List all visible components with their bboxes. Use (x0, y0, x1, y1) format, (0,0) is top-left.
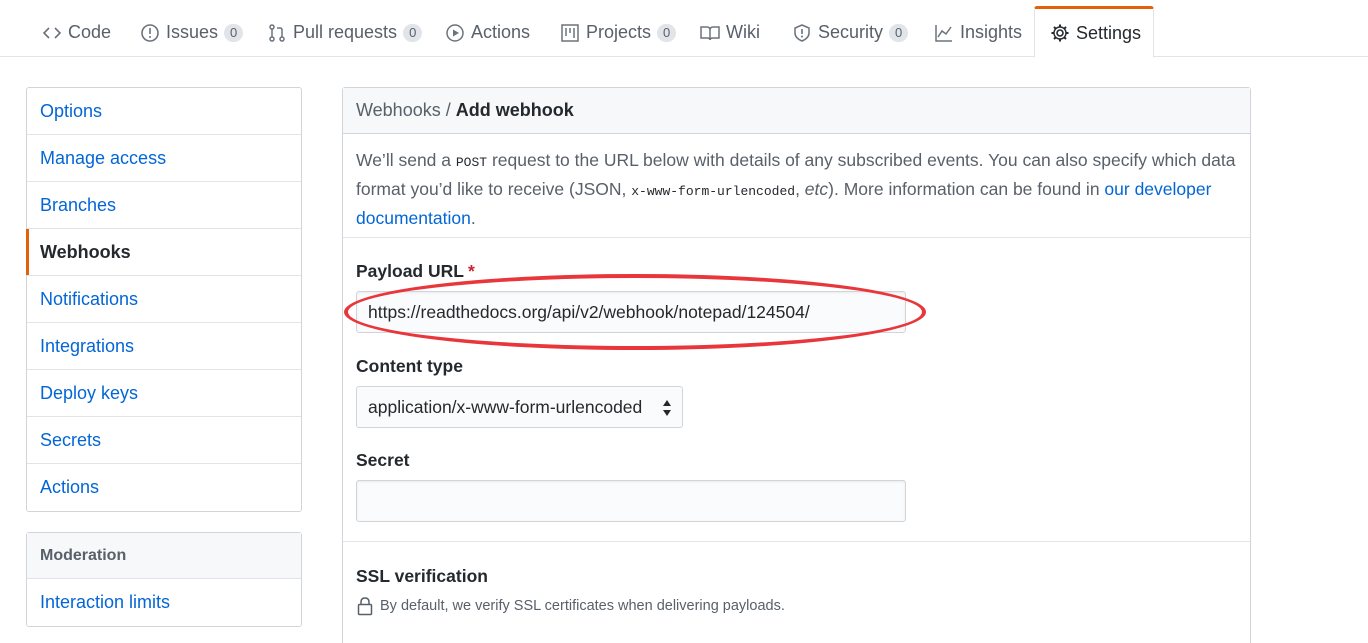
sidebar-item-secrets[interactable]: Secrets (27, 417, 301, 464)
intro-text-part: We’ll send a (356, 150, 456, 170)
payload-url-label: Payload URL * (356, 261, 475, 282)
shield-icon (792, 23, 812, 43)
security-counter: 0 (889, 23, 909, 42)
breadcrumb-webhooks-link[interactable]: Webhooks (356, 100, 441, 121)
sidebar-item-deploy-keys[interactable]: Deploy keys (27, 370, 301, 417)
lock-icon (356, 596, 374, 616)
moderation-sidebar: Moderation Interaction limits (26, 532, 302, 627)
tab-label: Wiki (726, 22, 760, 42)
sidebar-item-actions[interactable]: Actions (27, 464, 301, 511)
moderation-heading: Moderation (27, 533, 301, 579)
tab-label: Actions (471, 22, 531, 42)
content-type-value: application/x-www-form-urlencoded (368, 396, 643, 417)
sidebar-item-integrations[interactable]: Integrations (27, 323, 301, 370)
repo-nav: Code Issues 0 Pull requests 0 Actions Pr… (0, 0, 1368, 58)
gear-icon (1050, 23, 1070, 43)
divider (343, 541, 1250, 542)
secret-label: Secret (356, 450, 410, 470)
tab-projects[interactable]: Projects 0 (560, 8, 677, 57)
content-type-label: Content type (356, 356, 463, 376)
tab-label: Insights (960, 22, 1023, 42)
code-icon (42, 23, 62, 43)
intro-text-part: . (470, 208, 476, 228)
content-type-select[interactable]: application/x-www-form-urlencoded (356, 386, 683, 428)
select-arrows-icon (663, 400, 671, 416)
pull-requests-counter: 0 (403, 23, 423, 42)
post-code: POST (455, 155, 488, 170)
tab-wiki[interactable]: Wiki (700, 8, 760, 57)
etc-text: etc (804, 179, 829, 199)
breadcrumb: Webhooks / Add webhook (343, 88, 1250, 134)
breadcrumb-separator: / (445, 100, 451, 120)
tab-label: Security (818, 22, 884, 42)
sidebar-item-webhooks[interactable]: Webhooks (26, 229, 301, 276)
tab-label: Settings (1076, 22, 1142, 43)
sidebar-item-branches[interactable]: Branches (27, 182, 301, 229)
tab-pull-requests[interactable]: Pull requests 0 (267, 8, 423, 57)
tab-settings[interactable]: Settings (1034, 6, 1154, 58)
sidebar-item-manage-access[interactable]: Manage access (27, 135, 301, 182)
intro-text: We’ll send a POST request to the URL bel… (356, 147, 1236, 231)
settings-sidebar: Options Manage access Branches Webhooks … (26, 87, 302, 512)
ssl-verification-label: SSL verification (356, 566, 488, 586)
tab-code[interactable]: Code (42, 8, 111, 57)
sidebar-item-notifications[interactable]: Notifications (27, 276, 301, 323)
project-icon (560, 23, 580, 43)
intro-text-part: , (795, 179, 805, 199)
issues-counter: 0 (224, 23, 244, 42)
book-icon (700, 23, 720, 43)
tab-insights[interactable]: Insights (934, 8, 1022, 57)
issue-icon (140, 23, 160, 43)
tab-issues[interactable]: Issues 0 (140, 8, 244, 57)
payload-url-label-text: Payload URL (356, 261, 464, 281)
required-mark: * (467, 261, 475, 281)
tab-label: Issues (166, 22, 219, 42)
pull-request-icon (267, 23, 287, 43)
graph-icon (934, 23, 954, 43)
tab-security[interactable]: Security 0 (792, 8, 909, 57)
ssl-note: By default, we verify SSL certificates w… (356, 596, 785, 616)
tab-label: Code (68, 22, 112, 42)
divider (343, 237, 1250, 238)
tab-label: Pull requests (293, 22, 398, 42)
payload-url-input[interactable] (356, 291, 906, 333)
ssl-note-text: By default, we verify SSL certificates w… (380, 598, 785, 614)
urlencoded-code: x-www-form-urlencoded (631, 184, 796, 199)
add-webhook-panel: Webhooks / Add webhook We’ll send a POST… (342, 87, 1251, 643)
tab-label: Projects (586, 22, 652, 42)
play-icon (445, 23, 465, 43)
tab-actions[interactable]: Actions (445, 8, 530, 57)
sidebar-item-options[interactable]: Options (27, 88, 301, 135)
page-title: Add webhook (455, 100, 574, 120)
projects-counter: 0 (657, 23, 677, 42)
intro-text-part: ). More information can be found in (828, 179, 1105, 199)
sidebar-item-interaction-limits[interactable]: Interaction limits (27, 579, 301, 626)
secret-input[interactable] (356, 480, 906, 522)
